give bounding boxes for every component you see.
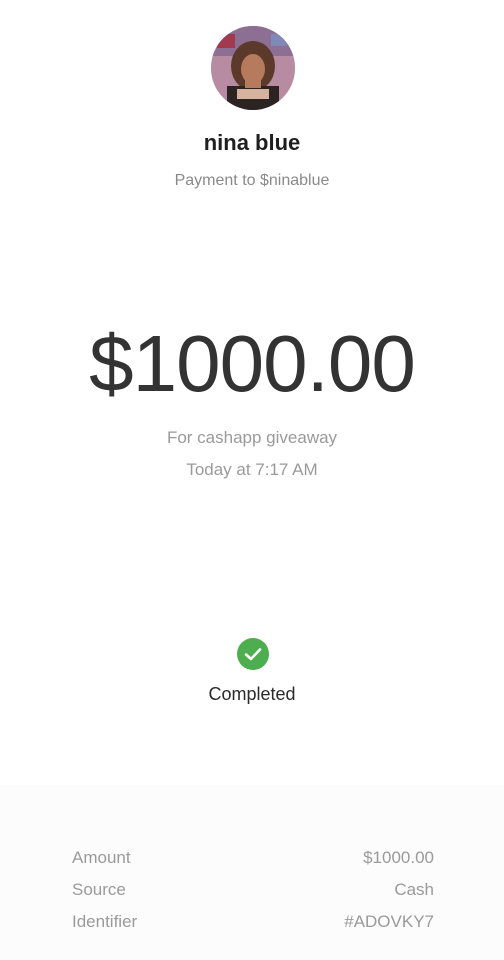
detail-label: Amount bbox=[72, 848, 131, 867]
status-label: Completed bbox=[208, 684, 296, 704]
detail-value: #ADOVKY7 bbox=[344, 912, 434, 931]
check-circle-icon bbox=[237, 638, 269, 670]
payment-note: For cashapp giveaway bbox=[166, 428, 338, 447]
detail-label: Identifier bbox=[72, 912, 138, 931]
detail-row-identifier: Identifier #ADOVKY7 bbox=[72, 912, 434, 938]
detail-row-amount: Amount $1000.00 bbox=[72, 848, 434, 874]
detail-value: $1000.00 bbox=[363, 848, 434, 867]
recipient-name: nina blue bbox=[203, 130, 301, 155]
payment-amount: $1000.00 bbox=[89, 319, 416, 408]
payment-to-cashtag: Payment to $ninablue bbox=[174, 172, 330, 189]
avatar-photo bbox=[211, 26, 295, 110]
details-section: Amount $1000.00 Source Cash Identifier #… bbox=[0, 785, 504, 960]
payment-receipt-screen: nina blue Payment to $ninablue $1000.00 … bbox=[0, 0, 504, 960]
avatar[interactable] bbox=[211, 26, 295, 110]
detail-value: Cash bbox=[394, 880, 434, 899]
detail-label: Source bbox=[72, 880, 126, 899]
payment-time: Today at 7:17 AM bbox=[186, 460, 318, 479]
detail-row-source: Source Cash bbox=[72, 880, 434, 906]
